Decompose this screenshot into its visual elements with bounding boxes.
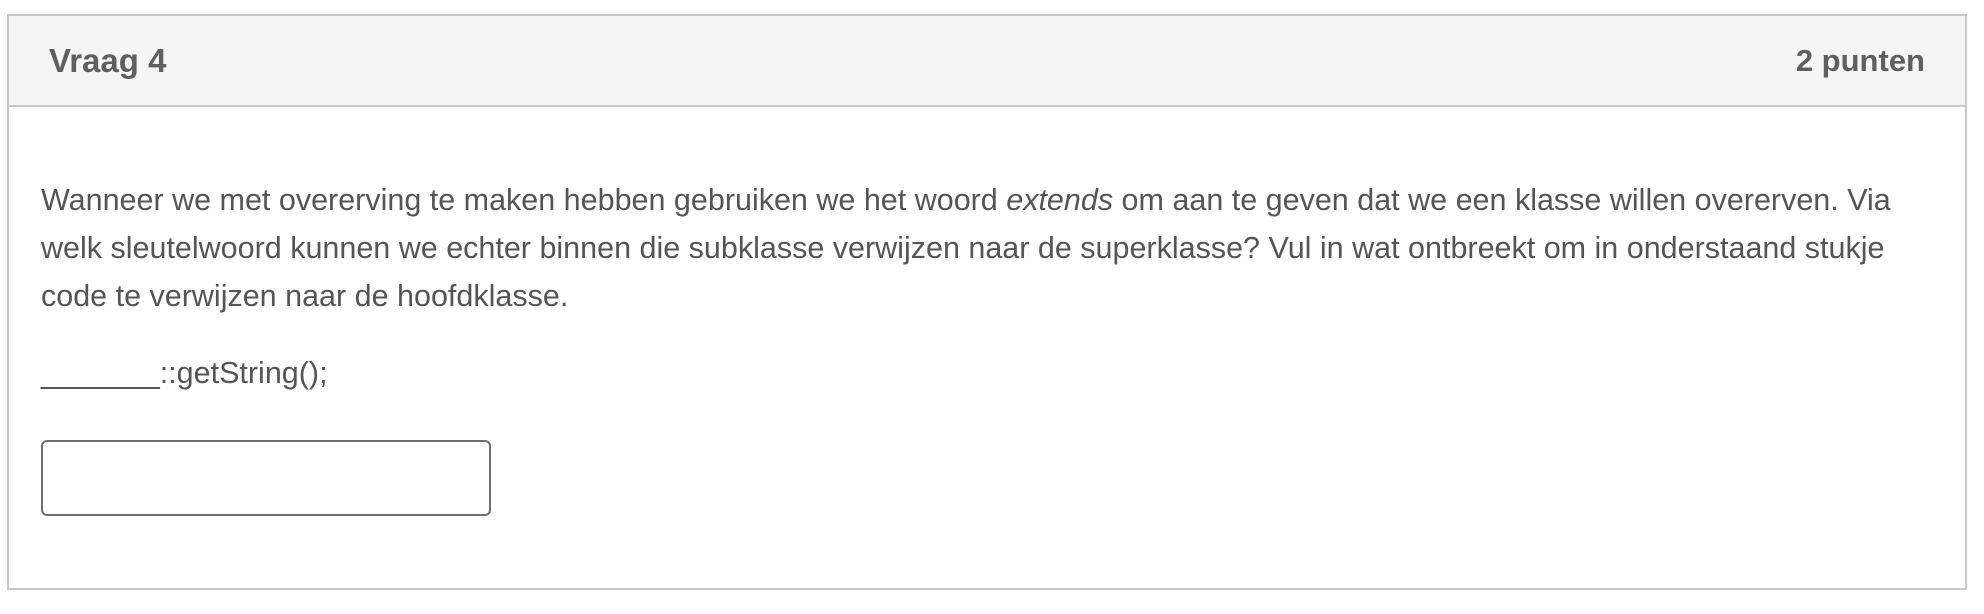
code-snippet: _______::getString(); — [41, 356, 328, 390]
question-header: Vraag 4 2 punten — [9, 16, 1965, 107]
question-text-keyword: extends — [1006, 183, 1114, 217]
question-title: Vraag 4 — [49, 41, 167, 79]
question-text-part1: Wanneer we met overerving te maken hebbe… — [41, 183, 1007, 217]
answer-input[interactable] — [41, 440, 491, 516]
question-text: Wanneer we met overerving te maken hebbe… — [41, 176, 1931, 320]
question-points: 2 punten — [1795, 42, 1925, 78]
